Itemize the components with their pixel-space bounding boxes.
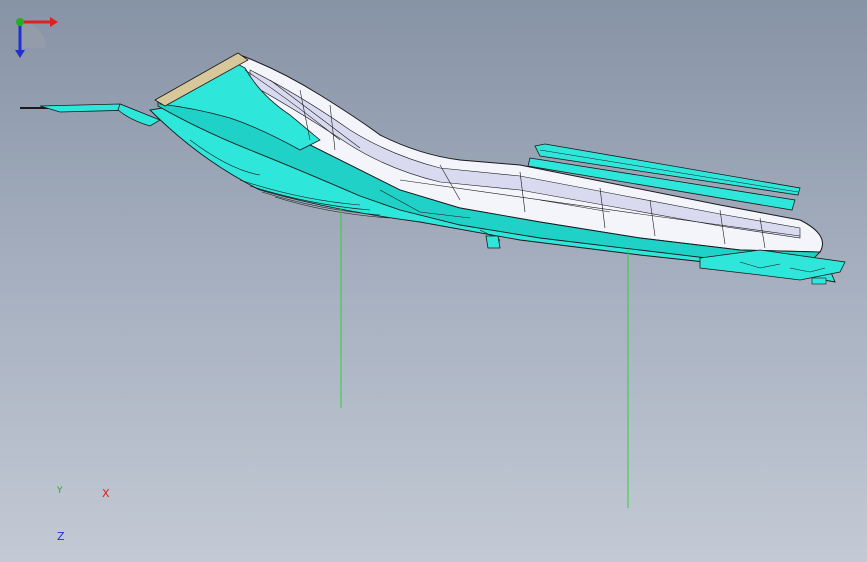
bottom-clip [485, 235, 501, 249]
cad-viewport[interactable]: X Y Z [0, 0, 867, 562]
z-axis-label: Z [57, 530, 65, 543]
z-arrow-head [15, 50, 25, 58]
x-axis-label: X [102, 487, 110, 500]
orientation-triad [15, 17, 58, 58]
x-arrow-head [50, 17, 58, 27]
y-axis-dot [16, 18, 24, 26]
y-axis-label: Y [57, 486, 63, 496]
mounting-rod [20, 103, 161, 127]
triad-plane-shade [20, 22, 46, 48]
part-model[interactable] [0, 0, 867, 562]
